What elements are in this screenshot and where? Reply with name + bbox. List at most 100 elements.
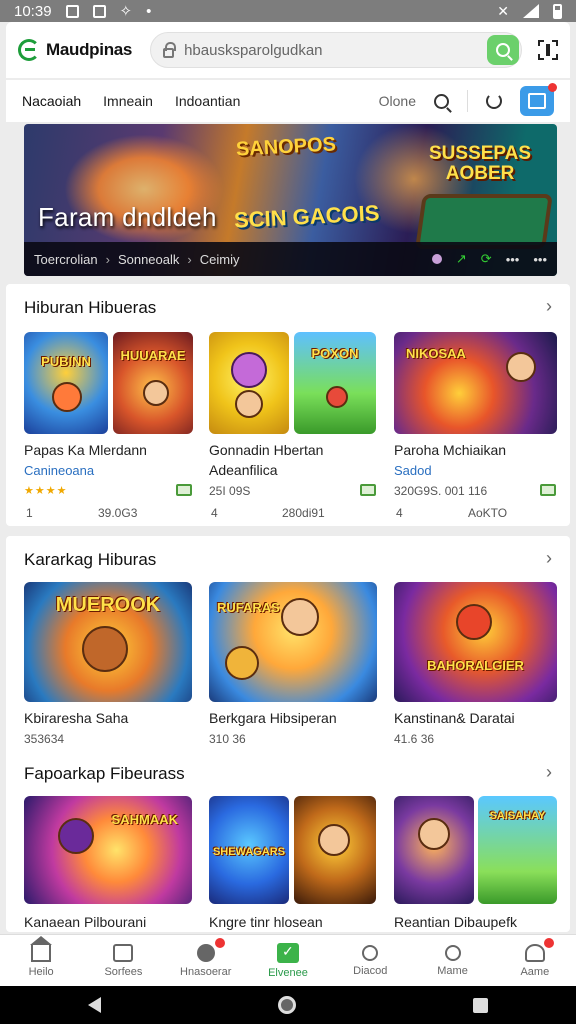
active-check-icon xyxy=(276,942,299,963)
notification-badge xyxy=(214,938,225,948)
nav-item-favorites[interactable]: Hnasoerar xyxy=(165,935,247,986)
game-meta: 41.6 36 xyxy=(394,732,435,746)
chevron-right-icon[interactable]: › xyxy=(546,548,552,569)
banner-crumb[interactable]: Ceimiy xyxy=(200,252,240,267)
back-icon[interactable] xyxy=(88,997,102,1013)
game-title[interactable]: Kanaean Pilbourani xyxy=(24,914,146,930)
game-meta: 39.0G3 xyxy=(98,506,138,520)
game-thumbnail[interactable]: SAHMAAK xyxy=(24,796,192,904)
section-title: Kararkag Hiburas xyxy=(24,550,157,569)
chevron-right-icon: › xyxy=(105,251,110,267)
search-icon[interactable] xyxy=(434,93,449,109)
game-thumbnail[interactable]: PUBINN xyxy=(24,332,108,434)
game-meta: 25I 09S xyxy=(209,484,251,498)
game-thumbnail[interactable] xyxy=(394,796,474,904)
tab-1[interactable]: Nacaoiah xyxy=(22,93,81,109)
system-navigation-bar xyxy=(0,986,576,1024)
nav-item-discover[interactable]: Diacod xyxy=(329,935,411,986)
featured-banner[interactable]: SANOPOS SCIN GACOIS SUSSEPAS AOBER Faram… xyxy=(24,124,557,276)
game-meta: AoKTO xyxy=(468,506,508,520)
chevron-right-icon[interactable]: › xyxy=(546,762,552,783)
share-icon[interactable]: ↗ xyxy=(456,251,467,267)
scan-icon[interactable] xyxy=(538,40,558,60)
game-title[interactable]: Kanstinan& Daratai xyxy=(394,710,515,726)
tab-2[interactable]: Imneain xyxy=(103,93,153,109)
game-meta: 320G9S. 001 116 xyxy=(394,484,488,498)
brand-logo-icon xyxy=(18,39,40,61)
game-thumbnail[interactable]: POXON xyxy=(294,332,376,434)
search-button[interactable] xyxy=(487,35,520,65)
download-badge-icon[interactable] xyxy=(540,484,556,496)
game-meta: 1 xyxy=(26,506,33,520)
game-meta: 4 xyxy=(211,506,218,520)
more-icon[interactable]: ••• xyxy=(506,252,520,267)
app-icon-button[interactable] xyxy=(520,83,557,116)
brand[interactable]: Maudpinas xyxy=(18,39,132,61)
bottom-navigation: Heilo Sorfees Hnasoerar Elvenee Diacod M… xyxy=(0,934,576,986)
game-title[interactable]: Papas Ka Mlerdann xyxy=(24,442,147,458)
notification-icon xyxy=(65,4,79,18)
nav-item-search[interactable]: Mame xyxy=(411,935,493,986)
search-bar[interactable] xyxy=(150,32,523,68)
nav-label: Mame xyxy=(437,964,468,977)
banner-crumb[interactable]: Toercrolian xyxy=(34,252,98,267)
nav-item-chat[interactable]: Sorfees xyxy=(82,935,164,986)
download-badge-icon[interactable] xyxy=(176,484,192,496)
game-logo: SAISAHAY xyxy=(489,810,546,822)
notification-badge xyxy=(543,938,554,948)
game-thumbnail[interactable]: SHEWAGARS xyxy=(209,796,289,904)
more-options-icon[interactable]: ••• xyxy=(533,252,547,267)
game-thumbnail[interactable]: RUFARAS xyxy=(209,582,377,702)
nav-label: Sorfees xyxy=(104,965,143,978)
home-icon xyxy=(30,935,53,962)
game-meta: 353634 xyxy=(24,732,65,746)
nav-item-home[interactable]: Heilo xyxy=(0,935,82,986)
mute-icon: ✕ xyxy=(497,2,509,19)
search-icon xyxy=(496,43,511,57)
indicator-dot-icon[interactable] xyxy=(431,254,442,264)
navigation-icon: ✧ xyxy=(119,3,133,20)
banner-caption: Faram dndldeh xyxy=(38,202,217,232)
search-user-icon xyxy=(362,944,379,961)
game-thumbnail[interactable] xyxy=(209,332,289,434)
game-title[interactable]: Gonnadin Hbertan xyxy=(209,442,323,458)
home-button-icon[interactable] xyxy=(277,996,296,1014)
nav-label: Aame xyxy=(520,965,550,978)
banner-info-bar: Toercrolian › Sonneoalk › Ceimiy ↗ ⟳ •••… xyxy=(24,242,557,276)
game-category[interactable]: Canineoana xyxy=(24,463,94,478)
game-title[interactable]: Paroha Mchiaikan xyxy=(394,442,506,458)
chat-icon xyxy=(113,943,134,962)
game-thumbnail[interactable]: NIKOSAA xyxy=(394,332,557,434)
game-category[interactable]: Sadod xyxy=(394,463,432,478)
dot-icon: • xyxy=(146,2,152,20)
game-title[interactable]: Berkgara Hibsiperan xyxy=(209,710,337,726)
refresh-icon[interactable] xyxy=(486,93,502,109)
banner-crumb[interactable]: Sonneoalk xyxy=(118,252,179,267)
download-badge-icon[interactable] xyxy=(360,484,376,496)
tab-3[interactable]: Indoantian xyxy=(175,93,240,109)
refresh-icon[interactable]: ⟳ xyxy=(481,251,492,267)
brand-name: Maudpinas xyxy=(46,40,133,59)
game-title[interactable]: Reantian Dibaupefk xyxy=(394,914,517,930)
game-logo: NIKOSAA xyxy=(406,346,466,361)
chevron-right-icon[interactable]: › xyxy=(546,296,552,317)
nav-label: Diacod xyxy=(353,964,388,977)
game-title[interactable]: Kbiraresha Saha xyxy=(24,710,128,726)
game-meta: 310 36 xyxy=(209,732,246,746)
online-label[interactable]: Olone xyxy=(379,93,416,109)
game-thumbnail[interactable]: HUUARAE xyxy=(113,332,193,434)
battery-icon xyxy=(553,3,562,19)
section-title: Hiburan Hibueras xyxy=(24,298,157,317)
search-input[interactable] xyxy=(184,41,475,59)
nav-item-active[interactable]: Elvenee xyxy=(247,935,329,986)
game-thumbnail[interactable]: MUEROOK xyxy=(24,582,192,702)
nav-item-profile[interactable]: Aame xyxy=(494,935,576,986)
recent-apps-icon[interactable] xyxy=(472,997,488,1013)
game-thumbnail[interactable] xyxy=(294,796,376,904)
game-title[interactable]: Kngre tinr hlosean xyxy=(209,914,323,930)
game-category[interactable]: Adeanfilica xyxy=(209,462,278,478)
search-icon xyxy=(444,944,461,961)
heart-icon xyxy=(196,943,215,962)
game-thumbnail[interactable]: BAHORALGIER xyxy=(394,582,557,702)
game-thumbnail[interactable]: SAISAHAY xyxy=(478,796,557,904)
